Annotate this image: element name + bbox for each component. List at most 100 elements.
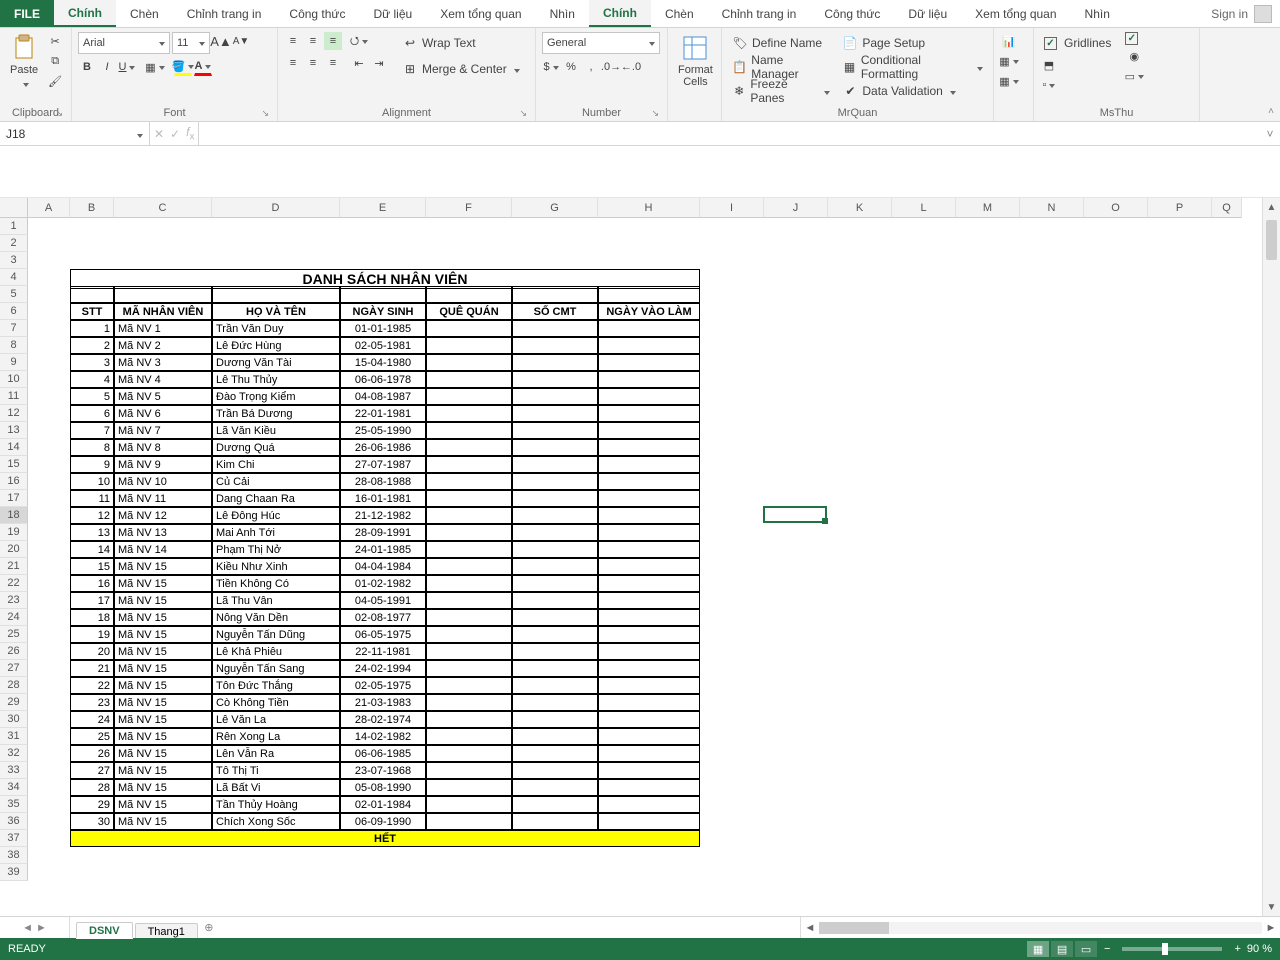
cell[interactable]: Mã NV 15 [114, 609, 212, 626]
cell[interactable] [426, 796, 512, 813]
cell[interactable]: Mã NV 7 [114, 422, 212, 439]
cell[interactable] [598, 286, 700, 303]
cell[interactable]: Mã NV 3 [114, 354, 212, 371]
cell[interactable]: 04-05-1991 [340, 592, 426, 609]
row-header-1[interactable]: 1 [0, 218, 28, 235]
col-header-D[interactable]: D [212, 198, 340, 218]
zoom-out-button[interactable]: − [1104, 943, 1110, 955]
cell[interactable]: 11 [70, 490, 114, 507]
cell[interactable]: 28 [70, 779, 114, 796]
cell[interactable] [426, 541, 512, 558]
wrap-text-button[interactable]: ↩Wrap Text [398, 32, 524, 54]
cell[interactable]: 14-02-1982 [340, 728, 426, 745]
cell[interactable] [512, 388, 598, 405]
font-color-button[interactable]: A [194, 58, 212, 76]
ribbon-tab-công thức[interactable]: Công thức [810, 0, 894, 27]
align-left-button[interactable]: ≡ [284, 54, 302, 72]
cell[interactable]: NGÀY VÀO LÀM [598, 303, 700, 320]
increase-font-button[interactable]: A▲ [212, 32, 230, 50]
misc-icon-6[interactable]: ◉ [1125, 47, 1143, 65]
format-cells-button[interactable]: FormatCells [674, 32, 717, 90]
fill-color-button[interactable]: 🪣 [174, 58, 192, 76]
cell[interactable]: Dang Chaan Ra [212, 490, 340, 507]
row-header-26[interactable]: 26 [0, 643, 28, 660]
scroll-up-button[interactable]: ▲ [1263, 198, 1280, 216]
ribbon-tab-4[interactable]: Dữ liệu [359, 0, 426, 27]
hscroll-thumb[interactable] [819, 922, 889, 934]
cell[interactable]: Lê Văn La [212, 711, 340, 728]
cell[interactable]: 28-09-1991 [340, 524, 426, 541]
cell[interactable]: Mã NV 5 [114, 388, 212, 405]
cell[interactable] [598, 660, 700, 677]
cell[interactable] [512, 337, 598, 354]
cell[interactable] [426, 354, 512, 371]
cell[interactable] [426, 337, 512, 354]
cell[interactable] [426, 711, 512, 728]
select-all-corner[interactable] [0, 198, 28, 218]
cell[interactable] [598, 796, 700, 813]
cell[interactable]: 15 [70, 558, 114, 575]
comma-button[interactable]: , [582, 58, 600, 76]
cell[interactable]: Nguyễn Tấn Dũng [212, 626, 340, 643]
cell[interactable]: 14 [70, 541, 114, 558]
cell[interactable]: 23 [70, 694, 114, 711]
page-break-view-button[interactable]: ▭ [1075, 941, 1097, 957]
cell[interactable] [512, 541, 598, 558]
row-header-2[interactable]: 2 [0, 235, 28, 252]
ribbon-tab-1[interactable]: Chèn [116, 0, 173, 27]
cell[interactable]: Phạm Thị Nở [212, 541, 340, 558]
signin-link[interactable]: Sign in [1203, 0, 1280, 27]
cell[interactable]: STT [70, 303, 114, 320]
cell[interactable] [426, 728, 512, 745]
cell[interactable] [426, 745, 512, 762]
cell[interactable]: Mã NV 1 [114, 320, 212, 337]
cell[interactable] [598, 745, 700, 762]
sheet-tab-dsnv[interactable]: DSNV [76, 922, 133, 939]
cell[interactable] [512, 405, 598, 422]
cell[interactable]: 26 [70, 745, 114, 762]
cell[interactable]: 13 [70, 524, 114, 541]
cell[interactable] [598, 422, 700, 439]
expand-formula-bar[interactable]: ˅ [1260, 122, 1280, 145]
row-header-14[interactable]: 14 [0, 439, 28, 456]
cell[interactable] [598, 439, 700, 456]
row-header-11[interactable]: 11 [0, 388, 28, 405]
merge-center-button[interactable]: ⊞Merge & Center [398, 58, 524, 80]
col-header-J[interactable]: J [764, 198, 828, 218]
row-header-19[interactable]: 19 [0, 524, 28, 541]
col-header-F[interactable]: F [426, 198, 512, 218]
cell[interactable]: 01-02-1982 [340, 575, 426, 592]
fx-button[interactable]: fx [186, 125, 194, 142]
col-header-C[interactable]: C [114, 198, 212, 218]
normal-view-button[interactable]: ▦ [1027, 941, 1049, 957]
cell[interactable]: 06-09-1990 [340, 813, 426, 830]
cell[interactable]: 19 [70, 626, 114, 643]
cell[interactable] [512, 609, 598, 626]
cell[interactable]: 4 [70, 371, 114, 388]
cell[interactable]: Nông Văn Dền [212, 609, 340, 626]
cell[interactable]: Mã NV 15 [114, 779, 212, 796]
formula-input[interactable] [199, 122, 1260, 145]
col-header-E[interactable]: E [340, 198, 426, 218]
cell[interactable] [426, 422, 512, 439]
cell[interactable]: Kim Chi [212, 456, 340, 473]
col-header-K[interactable]: K [828, 198, 892, 218]
cell[interactable]: 27-07-1987 [340, 456, 426, 473]
cell[interactable]: HỌ VÀ TÊN [212, 303, 340, 320]
decrease-decimal-button[interactable]: ←.0 [622, 58, 640, 76]
scroll-down-button[interactable]: ▼ [1263, 898, 1280, 916]
cell[interactable] [512, 660, 598, 677]
col-header-I[interactable]: I [700, 198, 764, 218]
align-top-button[interactable]: ≡ [284, 32, 302, 50]
cell[interactable] [426, 660, 512, 677]
cell[interactable]: 22-01-1981 [340, 405, 426, 422]
cell[interactable] [114, 286, 212, 303]
cell[interactable]: Mã NV 11 [114, 490, 212, 507]
accounting-button[interactable]: $ [542, 58, 560, 76]
row-header-5[interactable]: 5 [0, 286, 28, 303]
cell[interactable] [598, 609, 700, 626]
row-header-21[interactable]: 21 [0, 558, 28, 575]
cell[interactable] [598, 643, 700, 660]
add-sheet-button[interactable]: ⊕ [198, 917, 220, 938]
cell[interactable]: Mã NV 15 [114, 745, 212, 762]
